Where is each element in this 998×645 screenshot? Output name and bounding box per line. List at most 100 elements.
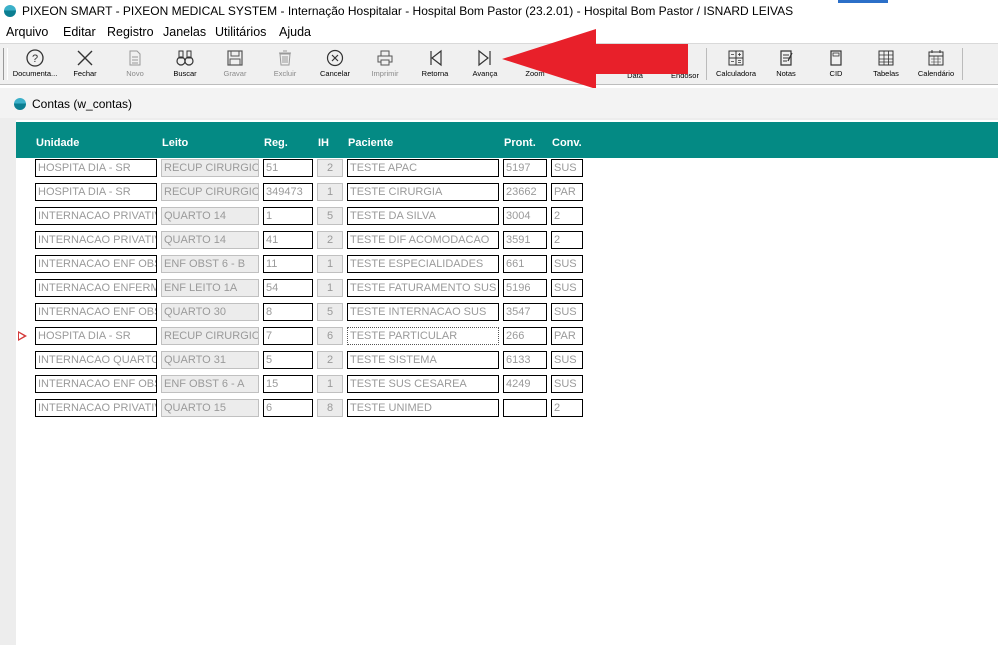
cell-unidade[interactable]: HOSPITA DIA - SR bbox=[35, 159, 157, 177]
cell-reg[interactable]: 7 bbox=[263, 327, 313, 345]
cell-pront[interactable]: 5197 bbox=[503, 159, 547, 177]
cell-paciente[interactable]: TESTE FATURAMENTO SUS bbox=[347, 279, 499, 297]
novo-label: Novo bbox=[126, 69, 144, 78]
cell-paciente[interactable]: TESTE INTERNACAO SUS bbox=[347, 303, 499, 321]
cell-ih[interactable]: 6 bbox=[317, 327, 343, 345]
cell-leito[interactable]: ENF LEITO 1A bbox=[161, 279, 259, 297]
cell-unidade[interactable]: INTERNACAO QUARTO C bbox=[35, 351, 157, 369]
cell-paciente[interactable]: TESTE DIF ACOMODACAO bbox=[347, 231, 499, 249]
cell-unidade[interactable]: INTERNACAO ENFERMA bbox=[35, 279, 157, 297]
cell-paciente[interactable]: TESTE SISTEMA bbox=[347, 351, 499, 369]
cell-ih[interactable]: 2 bbox=[317, 351, 343, 369]
cell-paciente[interactable]: TESTE CIRURGIA bbox=[347, 183, 499, 201]
cell-reg[interactable]: 8 bbox=[263, 303, 313, 321]
menu-registro[interactable]: Registro bbox=[107, 25, 154, 39]
cell-paciente[interactable]: TESTE APAC bbox=[347, 159, 499, 177]
menu-arquivo[interactable]: Arquivo bbox=[6, 25, 48, 39]
cell-paciente[interactable]: TESTE UNIMED bbox=[347, 399, 499, 417]
cell-reg[interactable]: 6 bbox=[263, 399, 313, 417]
cell-ih[interactable]: 1 bbox=[317, 375, 343, 393]
documentacao-button[interactable]: ? Documenta... bbox=[9, 46, 61, 82]
cell-unidade[interactable]: INTERNACAO PRIVATIVO bbox=[35, 207, 157, 225]
cell-paciente[interactable]: TESTE SUS CESAREA bbox=[347, 375, 499, 393]
cell-paciente[interactable]: TESTE DA SILVA bbox=[347, 207, 499, 225]
contas-window-titlebar[interactable]: Contas (w_contas) bbox=[0, 88, 998, 118]
cell-conv[interactable]: SUS bbox=[551, 279, 583, 297]
cell-leito[interactable]: ENF OBST 6 - B bbox=[161, 255, 259, 273]
cell-unidade[interactable]: HOSPITA DIA - SR bbox=[35, 183, 157, 201]
toolbar-grip[interactable] bbox=[3, 48, 8, 80]
cell-conv[interactable]: SUS bbox=[551, 159, 583, 177]
cell-pront[interactable]: 266 bbox=[503, 327, 547, 345]
retorna-button[interactable]: Retorna bbox=[409, 46, 461, 82]
menu-janelas[interactable]: Janelas bbox=[163, 25, 206, 39]
calendario-button[interactable]: Calendário bbox=[910, 46, 962, 82]
cell-reg[interactable]: 11 bbox=[263, 255, 313, 273]
cell-leito[interactable]: QUARTO 14 bbox=[161, 231, 259, 249]
cell-unidade[interactable]: INTERNACAO ENF OBST bbox=[35, 303, 157, 321]
cell-leito[interactable]: QUARTO 31 bbox=[161, 351, 259, 369]
cell-pront[interactable]: 3547 bbox=[503, 303, 547, 321]
menu-ajuda[interactable]: Ajuda bbox=[279, 25, 311, 39]
cell-conv[interactable]: PAR bbox=[551, 183, 583, 201]
cell-pront[interactable]: 23662 bbox=[503, 183, 547, 201]
cell-conv[interactable]: 2 bbox=[551, 399, 583, 417]
cell-pront[interactable]: 661 bbox=[503, 255, 547, 273]
novo-button[interactable]: Novo bbox=[109, 46, 161, 82]
cell-conv[interactable]: PAR bbox=[551, 327, 583, 345]
cell-ih[interactable]: 5 bbox=[317, 207, 343, 225]
cell-conv[interactable]: SUS bbox=[551, 303, 583, 321]
menu-utilitarios[interactable]: Utilitários bbox=[215, 25, 266, 39]
cell-unidade[interactable]: INTERNACAO ENF OBST bbox=[35, 255, 157, 273]
cell-ih[interactable]: 5 bbox=[317, 303, 343, 321]
cell-conv[interactable]: 2 bbox=[551, 231, 583, 249]
cell-leito[interactable]: RECUP CIRURGICA bbox=[161, 159, 259, 177]
cell-reg[interactable]: 51 bbox=[263, 159, 313, 177]
cell-ih[interactable]: 1 bbox=[317, 255, 343, 273]
excluir-button[interactable]: Excluir bbox=[259, 46, 311, 82]
cell-conv[interactable]: 2 bbox=[551, 207, 583, 225]
cell-leito[interactable]: RECUP CIRURGICA bbox=[161, 183, 259, 201]
cell-ih[interactable]: 2 bbox=[317, 159, 343, 177]
cell-paciente[interactable]: TESTE PARTICULAR bbox=[347, 327, 499, 345]
cell-reg[interactable]: 15 bbox=[263, 375, 313, 393]
cell-reg[interactable]: 5 bbox=[263, 351, 313, 369]
cell-pront[interactable]: 3591 bbox=[503, 231, 547, 249]
cell-ih[interactable]: 2 bbox=[317, 231, 343, 249]
gravar-button[interactable]: Gravar bbox=[209, 46, 261, 82]
cell-pront[interactable]: 6133 bbox=[503, 351, 547, 369]
cell-conv[interactable]: SUS bbox=[551, 255, 583, 273]
cell-reg[interactable]: 1 bbox=[263, 207, 313, 225]
cell-unidade[interactable]: INTERNACAO PRIVATIVO bbox=[35, 231, 157, 249]
buscar-button[interactable]: Buscar bbox=[159, 46, 211, 82]
imprimir-button[interactable]: Imprimir bbox=[359, 46, 411, 82]
cell-conv[interactable]: SUS bbox=[551, 375, 583, 393]
cancelar-button[interactable]: Cancelar bbox=[309, 46, 361, 82]
cell-ih[interactable]: 1 bbox=[317, 183, 343, 201]
cell-conv[interactable]: SUS bbox=[551, 351, 583, 369]
menu-editar[interactable]: Editar bbox=[63, 25, 96, 39]
cell-ih[interactable]: 1 bbox=[317, 279, 343, 297]
cell-leito[interactable]: RECUP CIRURGICA bbox=[161, 327, 259, 345]
cell-ih[interactable]: 8 bbox=[317, 399, 343, 417]
tabelas-button[interactable]: Tabelas bbox=[860, 46, 912, 82]
fechar-button[interactable]: Fechar bbox=[59, 46, 111, 82]
cell-pront[interactable]: 3004 bbox=[503, 207, 547, 225]
cell-leito[interactable]: QUARTO 30 bbox=[161, 303, 259, 321]
cell-leito[interactable]: ENF OBST 6 - A bbox=[161, 375, 259, 393]
notas-button[interactable]: Notas bbox=[760, 46, 812, 82]
cell-leito[interactable]: QUARTO 15 bbox=[161, 399, 259, 417]
cell-reg[interactable]: 41 bbox=[263, 231, 313, 249]
cell-paciente[interactable]: TESTE ESPECIALIDADES bbox=[347, 255, 499, 273]
cell-reg[interactable]: 349473 bbox=[263, 183, 313, 201]
cell-reg[interactable]: 54 bbox=[263, 279, 313, 297]
cell-unidade[interactable]: HOSPITA DIA - SR bbox=[35, 327, 157, 345]
cell-pront[interactable]: 4249 bbox=[503, 375, 547, 393]
cell-pront[interactable]: 5196 bbox=[503, 279, 547, 297]
cell-unidade[interactable]: INTERNACAO PRIVATIVO bbox=[35, 399, 157, 417]
cell-pront[interactable] bbox=[503, 399, 547, 417]
cell-leito[interactable]: QUARTO 14 bbox=[161, 207, 259, 225]
calculadora-button[interactable]: Calculadora bbox=[710, 46, 762, 82]
cid-button[interactable]: CID bbox=[810, 46, 862, 82]
cell-unidade[interactable]: INTERNACAO ENF OBST bbox=[35, 375, 157, 393]
